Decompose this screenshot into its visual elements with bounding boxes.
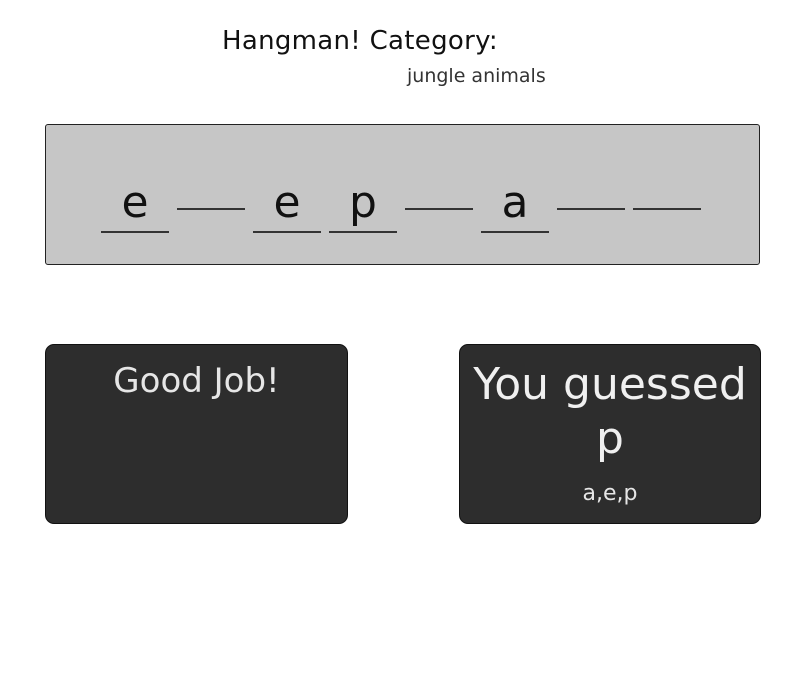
- slot-letter: e: [273, 177, 301, 228]
- guess-prefix: You guessed: [473, 359, 747, 410]
- slot-underline: [253, 231, 321, 233]
- slot-underline: [557, 208, 625, 210]
- game-title: Hangman! Category:: [222, 26, 498, 56]
- feedback-message: Good Job!: [113, 361, 280, 401]
- guessed-letters-list: a,e,p: [582, 481, 638, 506]
- slot-letter: e: [121, 177, 149, 228]
- word-board: e e p a: [45, 124, 760, 265]
- category-label: jungle animals: [407, 65, 546, 87]
- slot-underline: [101, 231, 169, 233]
- letter-slot: [633, 150, 701, 210]
- letter-slot: [177, 150, 245, 210]
- guess-panel: You guessed p a,e,p: [459, 344, 761, 524]
- letter-slot: e: [253, 173, 321, 233]
- slot-letter: p: [349, 177, 377, 228]
- letter-slot: [405, 150, 473, 210]
- slot-underline: [405, 208, 473, 210]
- slot-underline: [329, 231, 397, 233]
- guessed-letter: p: [596, 413, 624, 464]
- letter-slot: a: [481, 173, 549, 233]
- letter-slot: e: [101, 173, 169, 233]
- slot-letter: a: [501, 177, 529, 228]
- slot-underline: [177, 208, 245, 210]
- feedback-panel: Good Job!: [45, 344, 348, 524]
- letter-slot: p: [329, 173, 397, 233]
- slot-underline: [481, 231, 549, 233]
- hangman-page: Hangman! Category: jungle animals e e p …: [0, 0, 800, 681]
- letter-slot: [557, 150, 625, 210]
- slot-underline: [633, 208, 701, 210]
